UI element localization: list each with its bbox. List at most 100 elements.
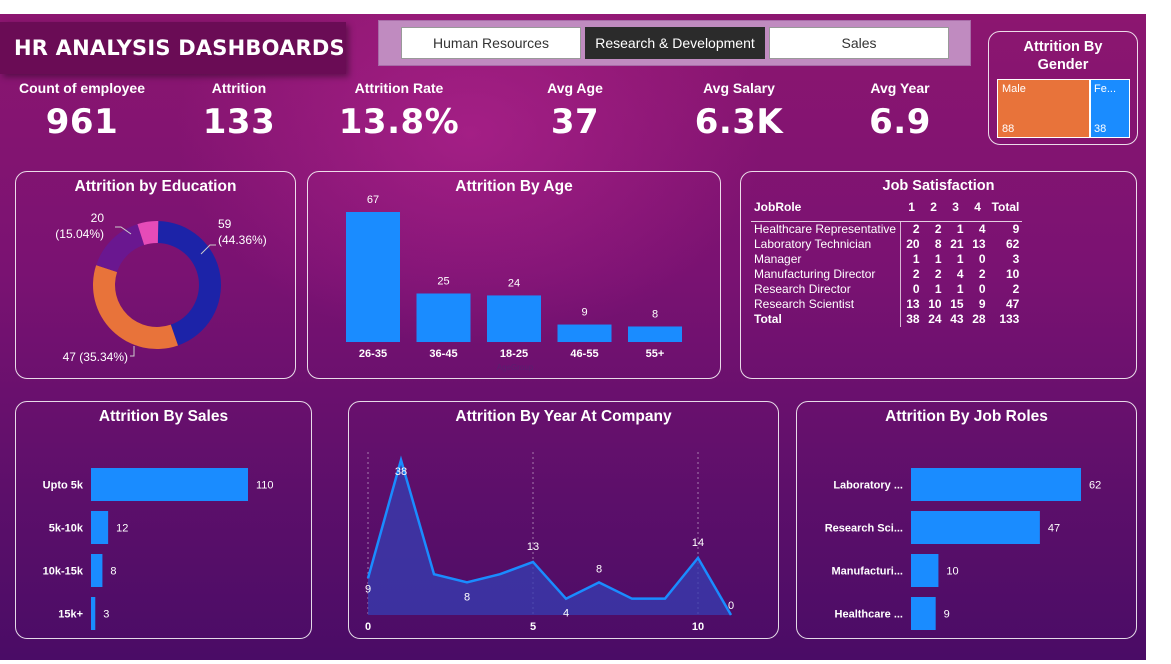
count-cell: 1 (912, 252, 920, 266)
age-bar-value: 25 (437, 275, 449, 287)
sales-category-label: 10k-15k (43, 566, 84, 578)
count-cell: 43 (950, 312, 964, 326)
age-category-label: 18-25 (500, 348, 528, 360)
job-role-cell: Manufacturing Director (751, 267, 902, 282)
tab-human-resources[interactable]: Human Resources (401, 27, 581, 59)
year-point-label: 38 (395, 466, 407, 478)
tab-sales[interactable]: Sales (769, 27, 949, 59)
department-tab-bar: Human Resources Research & Development S… (378, 20, 971, 66)
role-category-label: Healthcare ... (835, 609, 903, 621)
count-cell: 2 (912, 267, 920, 281)
year-point-label: 14 (692, 537, 704, 549)
count-cell: 13 (972, 237, 986, 251)
age-bar (346, 212, 400, 342)
count-cell: 8 (934, 237, 942, 251)
slice-percent: (15.04%) (55, 227, 104, 241)
attrition-by-job-roles-panel: Attrition By Job Roles 62 Laboratory ... 4… (796, 401, 1137, 639)
kpi-count-of-employee: Count of employee 961 (8, 80, 156, 142)
column-header: 2 (922, 200, 945, 222)
kpi-value: 133 (202, 102, 276, 142)
age-bar (416, 293, 471, 342)
gender-card-title: Attrition By Gender (1023, 39, 1103, 73)
kpi-avg-salary: Avg Salary 6.3K (669, 80, 809, 142)
count-cell: 2 (934, 222, 942, 236)
count-cell: 13 (906, 297, 920, 311)
attrition-by-education-panel: Attrition by Education 59 (44.36%) 20 (15.0… (15, 171, 296, 379)
role-category-label: Research Sci... (825, 523, 903, 535)
year-point-label: 8 (596, 563, 602, 575)
kpi-attrition-rate: Attrition Rate 13.8% (330, 80, 468, 142)
count-cell: 1 (956, 282, 964, 296)
year-point-label: 8 (464, 591, 470, 603)
count-cell: 47 (1006, 297, 1020, 311)
count-cell: 2 (1012, 282, 1020, 296)
kpi-value: 6.9 (869, 102, 931, 142)
job-role-cell: Laboratory Technician (751, 237, 902, 252)
slice-label: 47 (35.34%) (63, 350, 128, 364)
page-title: HR ANALYSIS DASHBOARDS (14, 36, 345, 60)
role-bar-value: 9 (944, 609, 950, 621)
education-donut-chart: 59 (44.36%) 20 (15.04%) 47 (35.34%) (55, 211, 267, 364)
count-cell: 2 (912, 222, 920, 236)
sales-category-label: 15k+ (58, 609, 83, 621)
job-role-cell: Total (751, 312, 902, 327)
age-bar-value: 67 (367, 194, 379, 206)
sales-bar-value: 12 (116, 523, 128, 535)
year-area-chart: 0 5 10 9 38 8 13 4 8 14 0 (365, 452, 734, 633)
attrition-by-gender-card: Attrition By Gender Male 88 Fe... 38 (988, 31, 1138, 145)
gender-female-tile[interactable]: Fe... 38 (1090, 79, 1130, 138)
table-row: Manufacturing Director 2 2 4 2 10 (751, 267, 1022, 282)
sales-bar (91, 554, 103, 587)
kpi-value: 961 (45, 102, 119, 142)
slice-percent: (44.36%) (218, 233, 267, 247)
leader-line (130, 346, 135, 357)
role-bar (911, 468, 1081, 501)
age-bar (557, 324, 612, 342)
count-cell: 20 (906, 237, 920, 251)
role-bar-value: 62 (1089, 480, 1101, 492)
job-role-cell: Research Director (751, 282, 902, 297)
age-bar-value: 8 (652, 308, 658, 320)
year-point-label: 0 (728, 600, 734, 612)
column-header: Total (988, 200, 1023, 222)
count-cell: 1 (956, 252, 964, 266)
sales-bar (91, 511, 109, 544)
count-cell: 9 (1012, 222, 1020, 236)
role-bar (911, 597, 936, 630)
table-row: Research Director 0 1 1 0 2 (751, 282, 1022, 297)
title-banner: HR ANALYSIS DASHBOARDS (0, 22, 346, 74)
role-bar-value: 47 (1048, 523, 1060, 535)
year-tick-label: 0 (365, 621, 371, 633)
age-axis-title: AgeGroup (497, 363, 534, 372)
count-cell: 2 (978, 267, 986, 281)
count-cell: 10 (928, 297, 942, 311)
column-header: 1 (900, 200, 923, 222)
table-row: Manager 1 1 1 0 3 (751, 252, 1022, 267)
tab-research-development[interactable]: Research & Development (585, 27, 765, 59)
sales-category-label: 5k-10k (49, 523, 84, 535)
slice-label: 20 (91, 211, 105, 225)
year-point-label: 4 (563, 608, 569, 620)
table-header-row: JobRole 1 2 3 4 Total (751, 200, 1023, 222)
count-cell: 3 (1012, 252, 1020, 266)
kpi-label: Attrition (211, 80, 267, 96)
job-role-cell: Research Scientist (751, 297, 902, 312)
attrition-by-sales-panel: Attrition By Sales 110 Upto 5k 12 5k-10k 8 10… (15, 401, 312, 639)
role-category-label: Laboratory ... (833, 480, 903, 492)
kpi-label: Avg Age (547, 80, 603, 96)
donut-slice (93, 265, 178, 349)
count-cell: 24 (928, 312, 942, 326)
count-cell: 4 (978, 222, 986, 236)
count-cell: 1 (956, 222, 964, 236)
kpi-label: Count of employee (18, 80, 145, 96)
age-category-label: 46-55 (570, 348, 598, 360)
count-cell: 15 (950, 297, 964, 311)
count-cell: 4 (956, 267, 964, 281)
age-bar-value: 24 (508, 277, 520, 289)
kpi-value: 37 (550, 102, 600, 142)
gender-male-tile[interactable]: Male 88 (997, 79, 1090, 138)
role-bar (911, 554, 939, 587)
sales-bar-value: 3 (103, 609, 109, 621)
count-cell: 1 (934, 282, 942, 296)
role-bar (911, 511, 1040, 544)
